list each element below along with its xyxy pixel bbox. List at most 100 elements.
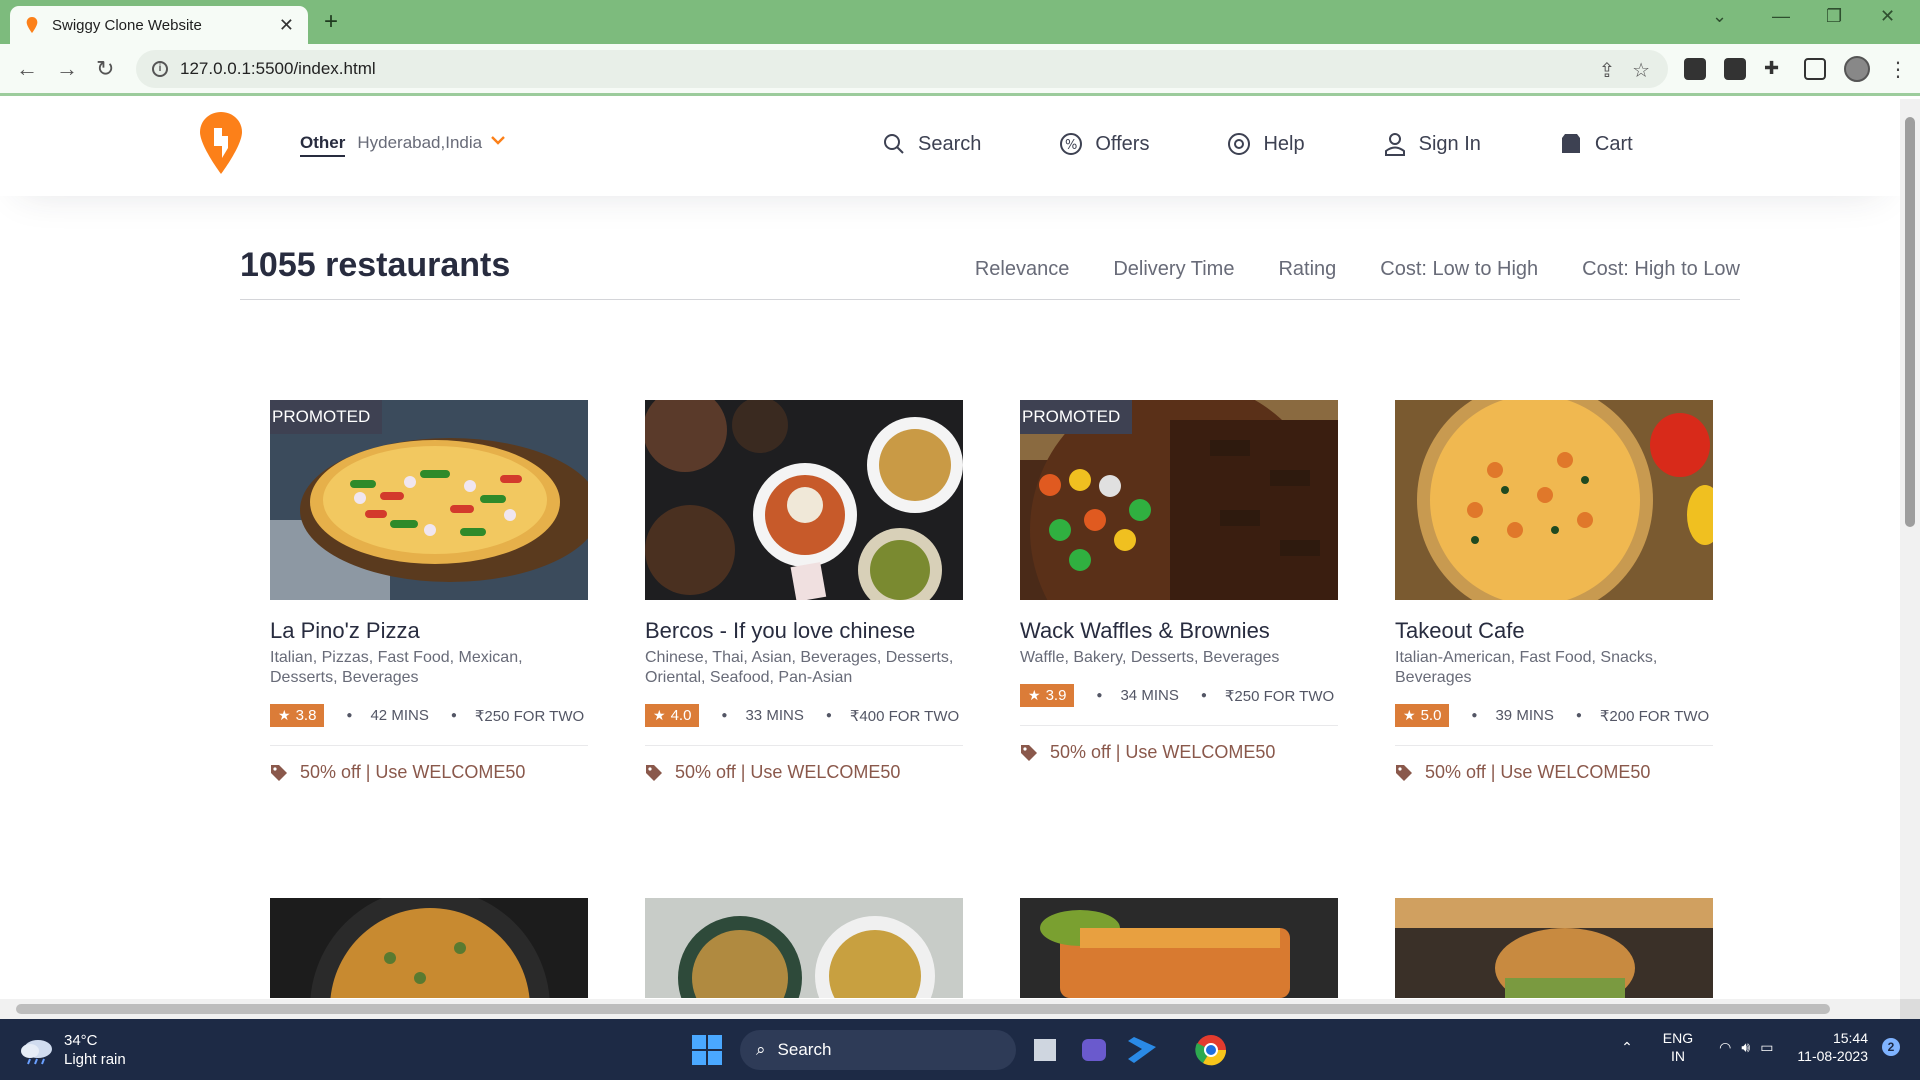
restaurant-card[interactable]: Bercos - If you love chinese Chinese, Th… [645, 400, 963, 783]
extension-icon[interactable] [1724, 58, 1746, 80]
sort-cost-high-low[interactable]: Cost: High to Low [1582, 258, 1740, 281]
close-window-icon[interactable]: ✕ [1880, 6, 1895, 27]
vertical-scrollbar[interactable] [1900, 99, 1920, 999]
chevron-up-icon[interactable]: ⌃ [1621, 1039, 1633, 1056]
restaurant-card[interactable]: PROMOTED Wack Waffles & Brownies Waffle,… [1020, 400, 1338, 763]
restaurant-image-lasagna [1020, 898, 1338, 998]
volume-icon[interactable]: 🔊︎ [1741, 1039, 1750, 1056]
search-icon: ⌕ [756, 1040, 766, 1059]
notification-badge[interactable]: 2 [1882, 1038, 1900, 1056]
sort-cost-low-high[interactable]: Cost: Low to High [1380, 258, 1538, 281]
sidepanel-icon[interactable] [1804, 58, 1826, 80]
star-icon: ★ [1403, 707, 1416, 723]
weather-desc: Light rain [64, 1051, 126, 1068]
wifi-icon[interactable]: ◠ [1719, 1039, 1731, 1056]
tag-icon [646, 764, 662, 781]
restaurant-cuisine: Chinese, Thai, Asian, Beverages, Dessert… [645, 649, 954, 686]
star-icon: ★ [1028, 687, 1041, 703]
puzzle-icon[interactable]: ✚ [1764, 58, 1786, 80]
profile-avatar[interactable] [1844, 56, 1870, 82]
close-tab-icon[interactable]: ✕ [279, 15, 294, 36]
restaurant-card[interactable]: Takeout Cafe Italian-American, Fast Food… [1395, 400, 1713, 783]
sort-relevance[interactable]: Relevance [975, 258, 1070, 281]
menu-kebab-icon[interactable]: ⋮ [1888, 57, 1908, 82]
dot-separator: ● [1096, 690, 1103, 701]
battery-icon[interactable]: ▭ [1760, 1039, 1773, 1056]
back-icon[interactable]: ← [16, 56, 38, 82]
taskbar-search-label: Search [777, 1040, 832, 1059]
restaurant-cuisine: Waffle, Bakery, Desserts, Beverages [1020, 649, 1280, 666]
chrome-icon[interactable] [1194, 1033, 1228, 1067]
weather-widget[interactable]: 34°C Light rain [20, 1031, 126, 1069]
restaurant-meta: ★ 4.0 ● 33 MINS ● ₹400 FOR TWO [645, 704, 963, 746]
swiggy-logo[interactable] [200, 112, 242, 174]
restaurant-card[interactable]: PROMOTED La Pino'z Pizza Italian, Pizzas… [270, 400, 588, 783]
horizontal-scroll-thumb[interactable] [16, 1004, 1830, 1014]
delivery-time: 34 MINS [1120, 687, 1179, 704]
minimize-icon[interactable]: — [1772, 6, 1790, 27]
taskbar-search[interactable]: ⌕ Search [740, 1030, 1016, 1070]
offer-text: 50% off | Use WELCOME50 [1425, 762, 1651, 782]
restaurant-cuisine: Italian-American, Fast Food, Snacks, Bev… [1395, 649, 1658, 686]
windows-start-icon[interactable] [690, 1033, 724, 1067]
pinned-apps [1034, 1037, 1156, 1063]
restaurant-card[interactable] [1020, 898, 1338, 998]
site-info-icon[interactable]: i [152, 61, 168, 77]
nav-offers[interactable]: % Offers [1059, 132, 1149, 156]
vscode-icon [1128, 1037, 1156, 1063]
extension-icon[interactable] [1684, 58, 1706, 80]
nav-signin[interactable]: Sign In [1383, 132, 1481, 156]
rain-cloud-icon [21, 1040, 52, 1065]
nav-cart[interactable]: Cart [1559, 132, 1633, 156]
sort-rating[interactable]: Rating [1278, 258, 1336, 281]
sort-delivery-time[interactable]: Delivery Time [1113, 258, 1234, 281]
tag-icon [1396, 764, 1412, 781]
chevron-down-icon [491, 136, 505, 145]
restaurant-card[interactable] [645, 898, 963, 998]
delivery-time: 39 MINS [1495, 707, 1554, 724]
browser-tab[interactable]: Swiggy Clone Website ✕ [10, 6, 308, 44]
restaurant-card[interactable] [270, 898, 588, 998]
restaurant-card[interactable] [1395, 898, 1713, 998]
forward-icon[interactable]: → [56, 56, 78, 82]
new-tab-icon[interactable]: + [324, 8, 338, 36]
input-language[interactable]: ENG IN [1663, 1029, 1693, 1065]
location-selector[interactable]: Other Hyderabad,India [300, 132, 506, 157]
nav-help[interactable]: Help [1227, 132, 1305, 156]
clock-date: 11-08-2023 [1797, 1048, 1868, 1064]
restaurant-cuisine: Italian, Pizzas, Fast Food, Mexican, Des… [270, 649, 523, 686]
dot-separator: ● [1575, 710, 1582, 721]
clock[interactable]: 15:44 11-08-2023 [1797, 1029, 1868, 1065]
offers-icon: % [1060, 133, 1083, 155]
user-icon [1384, 133, 1405, 156]
restaurant-name: Wack Waffles & Brownies [1020, 618, 1270, 643]
offer-row: 50% off | Use WELCOME50 [645, 762, 963, 783]
url-text: 127.0.0.1:5500/index.html [180, 59, 376, 78]
nav-search[interactable]: Search [882, 132, 981, 156]
restore-icon[interactable]: ❐ [1826, 6, 1842, 27]
promoted-badge: PROMOTED [270, 400, 383, 434]
star-icon: ★ [653, 707, 666, 723]
dot-separator: ● [1200, 690, 1207, 701]
cost-for-two: ₹200 FOR TWO [1599, 707, 1710, 725]
file-explorer-icon [1034, 1039, 1056, 1061]
restaurant-image-waffles: PROMOTED [1020, 400, 1338, 600]
cart-icon [1561, 134, 1580, 153]
rating-value: 4.0 [670, 707, 692, 724]
svg-text:%: % [1065, 138, 1077, 153]
search-icon [884, 134, 904, 154]
restaurant-image-burger [1395, 898, 1713, 998]
reload-icon[interactable]: ↻ [96, 56, 114, 82]
rating-badge: ★ 5.0 [1395, 704, 1450, 727]
address-input[interactable]: i 127.0.0.1:5500/index.html ⇪ ☆ [136, 50, 1668, 88]
share-bookmark-icons[interactable]: ⇪ ☆ [1599, 58, 1650, 83]
address-bar-row: ← → ↻ i 127.0.0.1:5500/index.html ⇪ ☆ [0, 44, 1920, 96]
vertical-scroll-thumb[interactable] [1905, 117, 1915, 527]
offer-text: 50% off | Use WELCOME50 [675, 762, 901, 782]
horizontal-scrollbar[interactable] [0, 999, 1900, 1019]
sort-bar: 1055 restaurants Relevance Delivery Time… [240, 246, 1740, 300]
restaurant-name: La Pino'z Pizza [270, 618, 420, 643]
dot-separator: ● [346, 710, 353, 721]
tab-search-icon[interactable]: ⌄ [1712, 6, 1727, 27]
weather-temp: 34°C [64, 1032, 98, 1049]
